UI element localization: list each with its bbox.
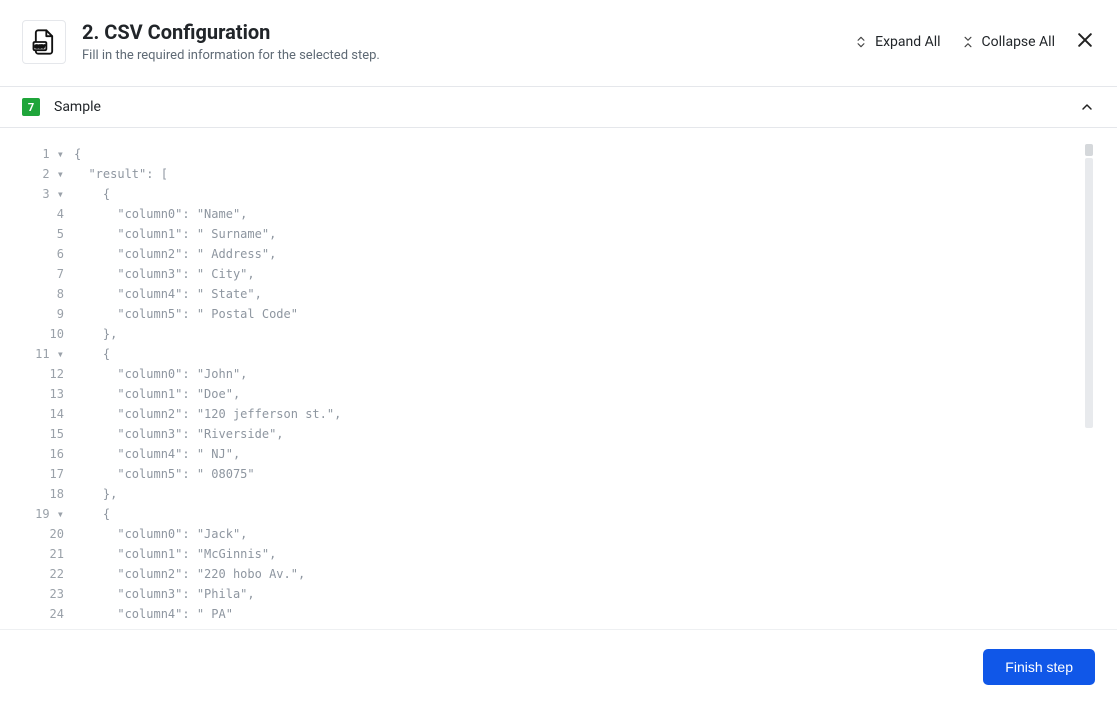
code-line: "column5": " 08075" [74, 464, 341, 484]
gutter-line: 16 [22, 444, 64, 464]
close-button[interactable] [1075, 30, 1095, 54]
page-title: 2. CSV Configuration [82, 20, 380, 44]
gutter-line: 22 [22, 564, 64, 584]
code-line: "column0": "Name", [74, 204, 341, 224]
code-line: }, [74, 484, 341, 504]
page-header: CSV 2. CSV Configuration Fill in the req… [0, 0, 1117, 87]
vertical-scrollbar[interactable] [1085, 144, 1093, 621]
gutter-line: 17 [22, 464, 64, 484]
code-line: }, [74, 324, 341, 344]
page-subtitle: Fill in the required information for the… [82, 48, 380, 63]
gutter-line: 13 [22, 384, 64, 404]
section-number-badge: 7 [22, 98, 40, 116]
chevron-up-icon [1079, 99, 1095, 115]
gutter-line: 8 [22, 284, 64, 304]
code-line: "column1": "McGinnis", [74, 544, 341, 564]
gutter-line: 5 [22, 224, 64, 244]
gutter-line: 11 ▾ [22, 344, 64, 364]
section-header-sample[interactable]: 7 Sample [0, 87, 1117, 128]
section-left: 7 Sample [22, 98, 101, 116]
gutter-line: 24 [22, 604, 64, 621]
code-surface: 1 ▾2 ▾3 ▾4 5 6 7 8 9 10 11 ▾12 13 14 15 … [22, 144, 1095, 621]
code-line: "result": [ [74, 164, 341, 184]
collapse-all-label: Collapse All [982, 34, 1055, 50]
code-line: "column1": " Surname", [74, 224, 341, 244]
gutter-line: 12 [22, 364, 64, 384]
svg-text:CSV: CSV [35, 44, 46, 50]
gutter-line: 6 [22, 244, 64, 264]
gutter-line: 4 [22, 204, 64, 224]
fold-icon [961, 35, 975, 49]
gutter: 1 ▾2 ▾3 ▾4 5 6 7 8 9 10 11 ▾12 13 14 15 … [22, 144, 74, 621]
code-line: "column4": " State", [74, 284, 341, 304]
code-line: { [74, 504, 341, 524]
code-line: "column0": "Jack", [74, 524, 341, 544]
code-line: "column4": " NJ", [74, 444, 341, 464]
gutter-line: 21 [22, 544, 64, 564]
csv-file-icon: CSV [22, 20, 66, 64]
gutter-line: 20 [22, 524, 64, 544]
expand-all-button[interactable]: Expand All [854, 34, 940, 50]
close-icon [1075, 30, 1095, 50]
header-left: CSV 2. CSV Configuration Fill in the req… [22, 20, 380, 64]
gutter-line: 2 ▾ [22, 164, 64, 184]
gutter-line: 18 [22, 484, 64, 504]
expand-all-label: Expand All [875, 34, 940, 50]
gutter-line: 1 ▾ [22, 144, 64, 164]
code-line: "column2": "220 hobo Av.", [74, 564, 341, 584]
code-line: "column5": " Postal Code" [74, 304, 341, 324]
code-line: "column1": "Doe", [74, 384, 341, 404]
code-editor[interactable]: 1 ▾2 ▾3 ▾4 5 6 7 8 9 10 11 ▾12 13 14 15 … [0, 128, 1095, 621]
code-line: "column3": "Riverside", [74, 424, 341, 444]
footer: Finish step [0, 629, 1117, 703]
code-line: { [74, 144, 341, 164]
gutter-line: 7 [22, 264, 64, 284]
code-line: "column2": " Address", [74, 244, 341, 264]
gutter-line: 9 [22, 304, 64, 324]
code-lines: { "result": [ { "column0": "Name", "colu… [74, 144, 341, 621]
code-line: "column3": " City", [74, 264, 341, 284]
collapse-all-button[interactable]: Collapse All [961, 34, 1055, 50]
gutter-line: 15 [22, 424, 64, 444]
gutter-line: 14 [22, 404, 64, 424]
code-line: "column3": "Phila", [74, 584, 341, 604]
section-title: Sample [54, 99, 101, 115]
gutter-line: 3 ▾ [22, 184, 64, 204]
scroll-thumb[interactable] [1085, 158, 1093, 428]
finish-step-button[interactable]: Finish step [983, 649, 1095, 685]
header-titles: 2. CSV Configuration Fill in the require… [82, 20, 380, 63]
code-line: "column0": "John", [74, 364, 341, 384]
gutter-line: 19 ▾ [22, 504, 64, 524]
unfold-icon [854, 35, 868, 49]
code-line: "column4": " PA" [74, 604, 341, 621]
gutter-line: 23 [22, 584, 64, 604]
scroll-up-cap[interactable] [1085, 144, 1093, 156]
header-actions: Expand All Collapse All [854, 20, 1095, 54]
code-line: { [74, 344, 341, 364]
code-line: "column2": "120 jefferson st.", [74, 404, 341, 424]
code-line: { [74, 184, 341, 204]
gutter-line: 10 [22, 324, 64, 344]
